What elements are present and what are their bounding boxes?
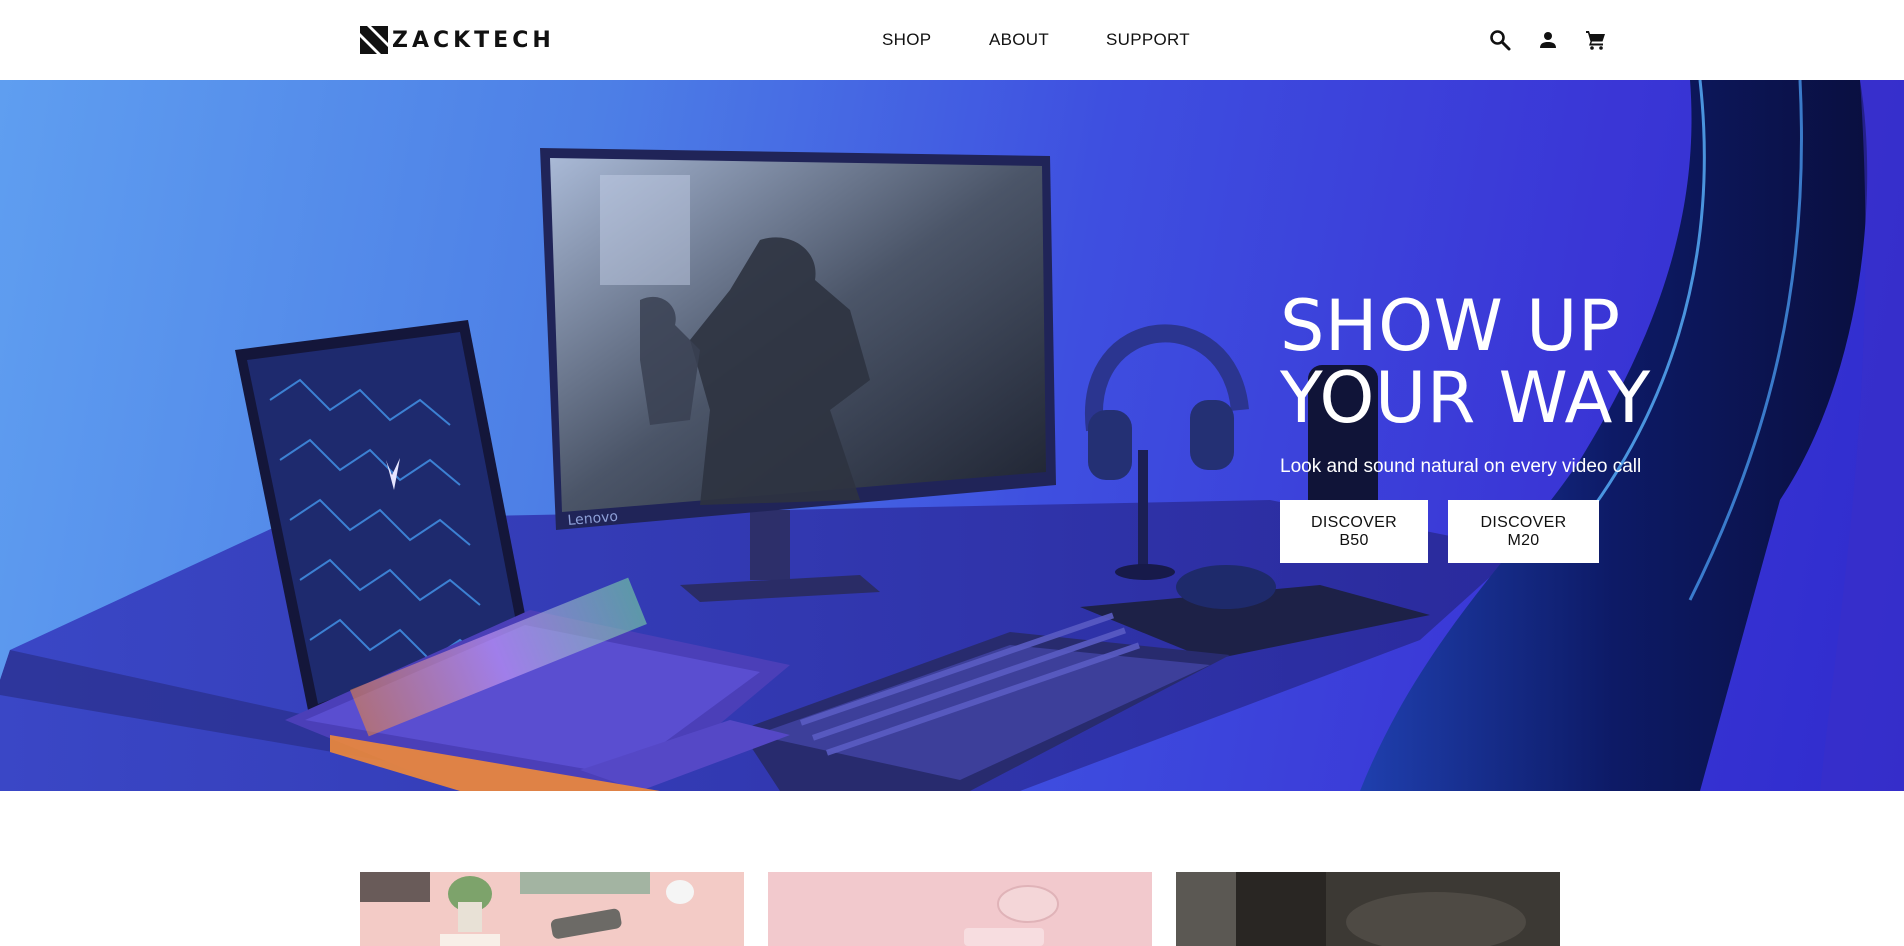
hero-subtitle: Look and sound natural on every video ca… xyxy=(1280,456,1642,477)
search-icon xyxy=(1490,30,1511,51)
dark-product-image xyxy=(1176,872,1560,946)
product-card-3[interactable] xyxy=(1176,872,1560,946)
hero-title-line-1: SHOW UP xyxy=(1280,285,1621,367)
nav-about[interactable]: ABOUT xyxy=(989,30,1049,50)
main-nav: SHOP ABOUT SUPPORT xyxy=(0,30,1904,50)
hero-title: SHOW UP YOUR WAY xyxy=(1280,290,1740,434)
discover-b50-button[interactable]: DISCOVER B50 xyxy=(1280,500,1428,563)
search-button[interactable] xyxy=(1486,26,1514,54)
account-button[interactable] xyxy=(1534,26,1562,54)
discover-m20-button[interactable]: DISCOVER M20 xyxy=(1448,500,1599,563)
hero-banner: Lenovo SHOW UP YOUR WAY Look and sound n… xyxy=(0,80,1904,791)
pink-mouse-keyboard-image xyxy=(768,872,1152,946)
cart-button[interactable] xyxy=(1582,26,1610,54)
nav-support[interactable]: SUPPORT xyxy=(1106,30,1190,50)
hero-title-line-2: YOUR WAY xyxy=(1280,357,1651,439)
cart-icon xyxy=(1586,31,1605,50)
site-header: ZACKTECH SHOP ABOUT SUPPORT xyxy=(0,0,1904,80)
desk-accessories-image xyxy=(360,872,744,946)
nav-shop[interactable]: SHOP xyxy=(882,30,931,50)
hero-content: SHOW UP YOUR WAY Look and sound natural … xyxy=(1280,290,1740,563)
product-cards xyxy=(360,872,1560,946)
account-icon xyxy=(1540,32,1556,48)
hero-button-group: DISCOVER B50 DISCOVER M20 xyxy=(1280,500,1740,563)
product-card-2[interactable] xyxy=(768,872,1152,946)
product-card-1[interactable] xyxy=(360,872,744,946)
